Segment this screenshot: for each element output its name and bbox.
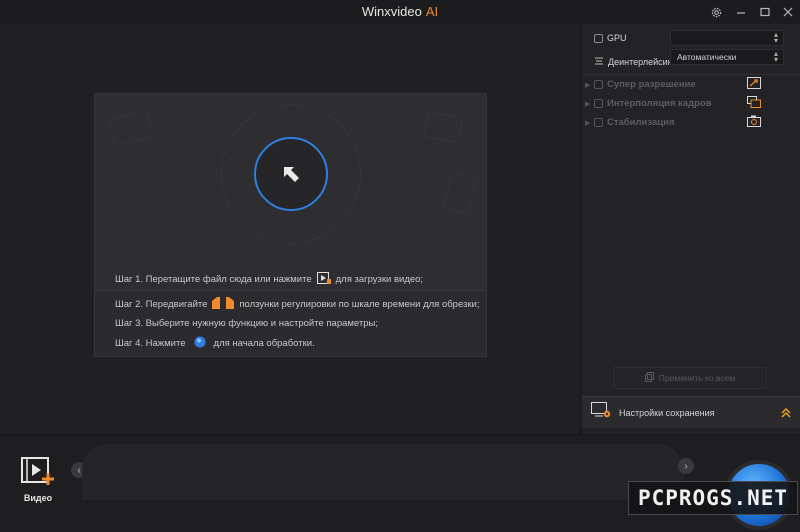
copy-icon [644,372,654,384]
stabilization-label: Стабилизация [607,117,675,128]
step-1-text-start: Шаг 1. Перетащите файл сюда или нажмите [115,274,312,285]
frame-interpolation-icon [747,95,761,113]
minimize-icon[interactable] [731,3,751,21]
app-title: Winxvideo AI [0,4,800,19]
upscale-icon [747,76,761,94]
step-3: Шаг 3. Выберите нужную функцию и настрой… [115,318,378,329]
expand-icon: ▶ [585,119,591,127]
apply-to-all-label: Применить ко всем [658,373,736,383]
step-4-text-start: Шаг 4. Нажмите [115,338,186,349]
apply-to-all-button[interactable]: Применить ко всем [613,367,767,389]
chevron-up-icon[interactable] [780,406,792,424]
settings-panel: GPU ▴ ▾ Деинтерлейсинг Автоматически ▴ ▾ ▶… [582,24,800,434]
step-4: Шаг 4. Нажмите для начала обработки. [115,336,315,351]
effect-super-resolution[interactable]: ▶ Супер разрешение [582,75,800,94]
effect-stabilization[interactable]: ▶ Стабилизация [582,113,800,132]
effect-frame-interpolation[interactable]: ▶ Интерполяция кадров [582,94,800,113]
import-video-button[interactable] [254,137,328,211]
deinterlace-row: Деинтерлейсинг [594,53,676,71]
app-name: Winxvideo [361,4,422,19]
step-2: Шаг 2. Передвигайте ползунки регулировки… [115,297,480,312]
app-title-suffix: AI [425,4,439,19]
stabilization-checkbox[interactable] [594,118,603,127]
drop-zone-visual: Шаг 1. Перетащите файл сюда или нажмите … [95,94,486,290]
deinterlace-icon [594,53,604,71]
step-3-text: Шаг 3. Выберите нужную функцию и настрой… [115,318,379,329]
chevron-right-icon: › [684,460,688,472]
drop-zone[interactable]: Шаг 1. Перетащите файл сюда или нажмите … [94,93,487,357]
gpu-row: GPU [594,33,627,43]
step-2-text-start: Шаг 2. Передвигайте [115,299,208,310]
add-video-icon [21,457,54,485]
close-icon[interactable] [778,3,798,21]
scroll-right-button[interactable]: › [678,458,694,474]
select-arrows-icon: ▴ ▾ [773,49,778,64]
divider [95,290,486,291]
step-2-text-end: ползунки регулировки по шкале времени дл… [239,299,480,310]
deinterlace-label: Деинтерлейсинг [608,57,676,67]
preview-area[interactable]: Шаг 1. Перетащите файл сюда или нажмите … [0,24,580,434]
chevron-left-icon: ‹ [77,464,81,476]
trim-sliders-icon [212,297,235,312]
watermark: PCPROGS.NET [628,481,798,515]
gear-icon[interactable] [706,3,726,21]
save-settings-label: Настройки сохранения [619,407,715,418]
frame-interpolation-label: Интерполяция кадров [607,98,712,109]
super-resolution-label: Супер разрешение [607,79,696,90]
decorative-photo-icon [423,111,463,143]
save-settings-bar[interactable]: Настройки сохранения [582,396,800,428]
title-bar: Winxvideo AI [0,0,800,24]
gpu-label: GPU [607,33,627,43]
super-resolution-checkbox[interactable] [594,80,603,89]
decorative-phone-icon [443,171,477,215]
deinterlace-select-value: Автоматически [677,52,737,62]
add-video-button[interactable]: Видео [18,456,58,503]
gpu-select[interactable]: ▴ ▾ [670,30,784,46]
stabilization-icon [747,114,761,132]
import-arrow-icon [284,167,299,182]
step-4-text-end: для начала обработки. [213,338,315,349]
gpu-checkbox[interactable] [594,33,603,43]
run-mini-icon [194,336,206,351]
maximize-icon[interactable] [755,3,775,21]
video-list-area[interactable] [82,444,684,500]
add-video-mini-icon [316,272,331,287]
expand-icon: ▶ [585,100,591,108]
step-1-text-end: для загрузки видео; [335,274,424,285]
decorative-film-icon [108,109,154,147]
add-video-label: Видео [23,493,53,503]
frame-interpolation-checkbox[interactable] [594,99,603,108]
deinterlace-select[interactable]: Автоматически ▴ ▾ [670,49,784,65]
output-settings-icon [591,402,611,423]
expand-icon: ▶ [585,81,591,89]
select-arrows-icon: ▴ ▾ [773,30,778,45]
step-1: Шаг 1. Перетащите файл сюда или нажмите … [115,272,423,287]
